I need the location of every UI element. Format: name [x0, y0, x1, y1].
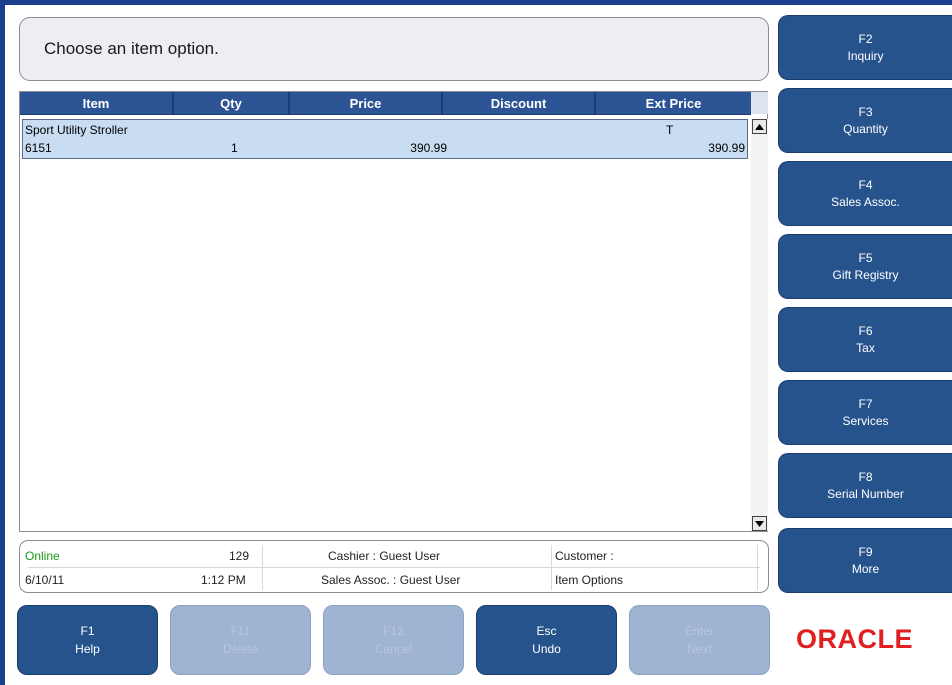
- window-frame-left: [0, 0, 5, 685]
- status-time: 1:12 PM: [201, 573, 246, 587]
- list-scrollbar[interactable]: [751, 119, 768, 531]
- key-label: F5: [858, 250, 873, 265]
- esc-undo-button[interactable]: Esc Undo: [476, 605, 617, 675]
- key-label: F8: [858, 469, 873, 484]
- item-id: 6151: [25, 141, 52, 155]
- f11-delete-button[interactable]: F11 Delete: [170, 605, 311, 675]
- button-label: Undo: [532, 642, 561, 656]
- prompt-box: Choose an item option.: [19, 17, 769, 81]
- button-label: Help: [75, 642, 100, 656]
- f8-serial-number-button[interactable]: F8 Serial Number: [778, 453, 952, 518]
- key-label: Esc: [536, 624, 557, 638]
- list-header: Item Qty Price Discount Ext Price: [20, 92, 751, 115]
- table-row[interactable]: Sport Utility Stroller T 6151 1 390.99 3…: [22, 119, 748, 159]
- key-label: F1: [80, 624, 95, 638]
- button-label: Cancel: [374, 642, 413, 656]
- scroll-up-button[interactable]: [752, 119, 767, 134]
- f7-services-button[interactable]: F7 Services: [778, 380, 952, 445]
- f9-more-button[interactable]: F9 More: [778, 528, 952, 593]
- cashier-label: Cashier : Guest User: [328, 549, 441, 563]
- status-panel: Online 129 Cashier : Guest User Customer…: [19, 540, 769, 593]
- status-divider: [262, 545, 263, 590]
- enter-next-button[interactable]: Enter Next: [629, 605, 770, 675]
- key-label: F6: [858, 323, 873, 338]
- button-label: More: [851, 561, 880, 576]
- scroll-down-button[interactable]: [752, 516, 767, 531]
- button-label: Quantity: [843, 121, 888, 136]
- column-header-qty[interactable]: Qty: [174, 92, 290, 114]
- button-label: Inquiry: [847, 48, 884, 63]
- f4-sales-assoc-button[interactable]: F4 Sales Assoc.: [778, 161, 952, 226]
- key-label: F3: [858, 104, 873, 119]
- key-label: F9: [858, 544, 873, 559]
- f6-tax-button[interactable]: F6 Tax: [778, 307, 952, 372]
- sales-assoc-label: Sales Assoc. : Guest User: [321, 573, 461, 587]
- key-label: F11: [230, 624, 251, 638]
- column-header-discount[interactable]: Discount: [443, 92, 596, 114]
- prompt-text: Choose an item option.: [44, 39, 219, 58]
- key-label: F2: [858, 31, 873, 46]
- button-label: Gift Registry: [832, 267, 899, 282]
- status-divider: [551, 545, 552, 590]
- item-price: 390.99: [410, 141, 447, 155]
- oracle-logo: ORACLE: [796, 624, 913, 654]
- customer-label: Customer :: [555, 549, 614, 563]
- column-header-price[interactable]: Price: [290, 92, 443, 114]
- key-label: F12: [383, 624, 404, 638]
- item-description: Sport Utility Stroller: [25, 123, 128, 137]
- button-label: Delete: [223, 642, 258, 656]
- item-list: Item Qty Price Discount Ext Price Sport …: [19, 91, 768, 532]
- key-label: Enter: [685, 624, 714, 638]
- window-frame-top: [0, 0, 952, 5]
- button-label: Sales Assoc.: [831, 194, 900, 209]
- key-label: F4: [858, 177, 873, 192]
- column-header-ext-price[interactable]: Ext Price: [596, 92, 751, 114]
- triangle-down-icon: [755, 520, 764, 527]
- mode-label: Item Options: [555, 573, 624, 587]
- button-label: Next: [687, 642, 712, 656]
- f3-quantity-button[interactable]: F3 Quantity: [778, 88, 952, 153]
- item-ext-price: 390.99: [708, 141, 745, 155]
- status-divider: [28, 567, 760, 568]
- f12-cancel-button[interactable]: F12 Cancel: [323, 605, 464, 675]
- connection-status: Online: [25, 549, 60, 563]
- column-header-item[interactable]: Item: [20, 92, 174, 114]
- f2-inquiry-button[interactable]: F2 Inquiry: [778, 15, 952, 80]
- button-label: Tax: [856, 340, 875, 355]
- register-number: 129: [229, 549, 250, 563]
- item-qty: 1: [231, 141, 238, 155]
- f5-gift-registry-button[interactable]: F5 Gift Registry: [778, 234, 952, 299]
- status-date: 6/10/11: [25, 573, 65, 587]
- status-divider: [757, 545, 758, 590]
- tax-flag: T: [666, 123, 674, 137]
- key-label: F7: [858, 396, 873, 411]
- header-filler: [751, 92, 768, 114]
- triangle-up-icon: [755, 123, 764, 130]
- button-label: Services: [842, 413, 889, 428]
- button-label: Serial Number: [827, 486, 904, 501]
- f1-help-button[interactable]: F1 Help: [17, 605, 158, 675]
